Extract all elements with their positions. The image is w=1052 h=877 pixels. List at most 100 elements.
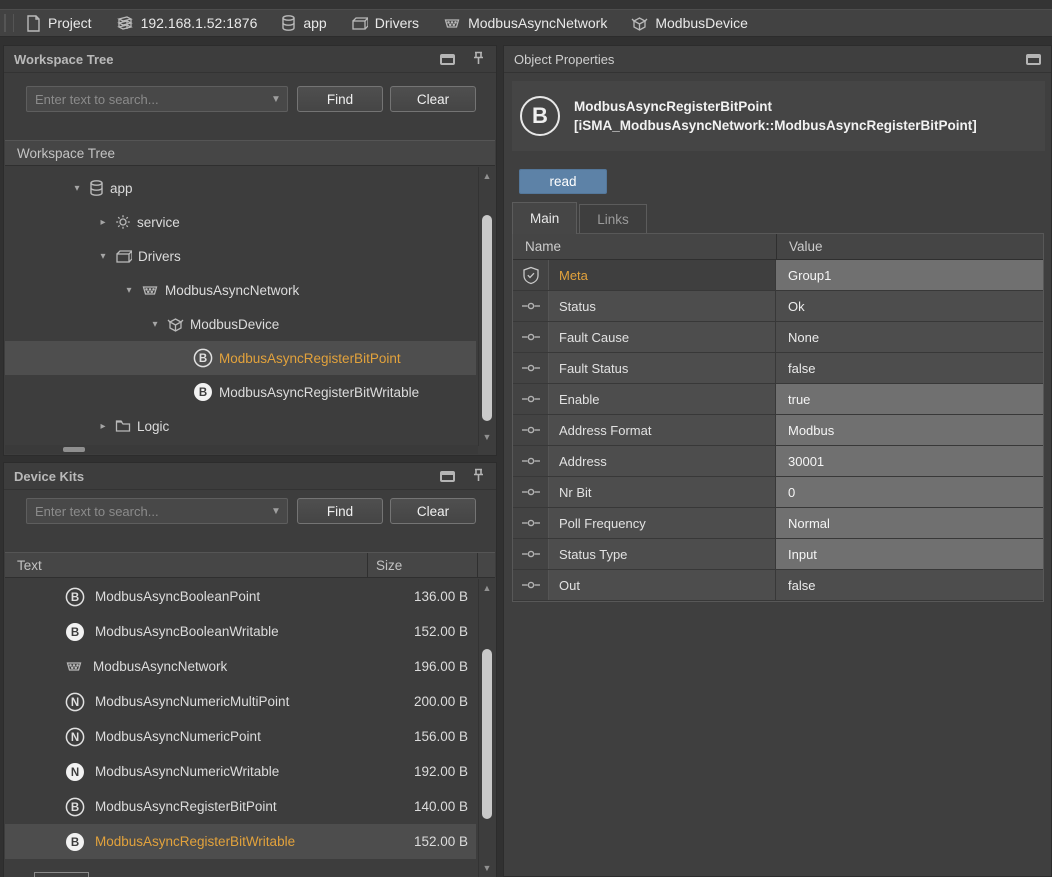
kits-find-button[interactable]: Find (297, 498, 383, 524)
maximize-icon[interactable] (440, 54, 455, 65)
kit-row-ModbusAsyncRegisterBitPoint[interactable]: BModbusAsyncRegisterBitPoint140.00 B (5, 789, 476, 824)
tab-main[interactable]: Main (512, 202, 577, 234)
tree-node-app[interactable]: ▾app (5, 171, 476, 205)
tree-node-ModbusDevice[interactable]: ▾ModbusDevice (5, 307, 476, 341)
chevron-down-icon[interactable]: ▼ (265, 94, 287, 105)
breadcrumb-item[interactable]: ModbusAsyncNetwork (443, 15, 607, 32)
device-kits-list: BModbusAsyncBooleanPoint136.00 BBModbusA… (4, 579, 496, 877)
slot-icon (513, 477, 549, 507)
collapse-arrow-icon[interactable]: ▾ (121, 285, 137, 296)
breadcrumb-item[interactable]: 192.168.1.52:1876 (116, 15, 258, 32)
workspace-search-input[interactable] (27, 92, 265, 107)
pin-icon[interactable] (473, 468, 484, 485)
tab-links[interactable]: Links (579, 204, 647, 233)
property-row-status[interactable]: StatusOk (513, 291, 1043, 322)
scroll-up-icon[interactable]: ▲ (479, 169, 495, 183)
scrollbar-thumb[interactable] (482, 649, 492, 819)
device-kits-column-header[interactable]: Text Size (5, 552, 495, 578)
maximize-icon[interactable] (440, 471, 455, 482)
object-properties-titlebar: Object Properties (504, 46, 1051, 73)
property-value[interactable]: Group1 (776, 260, 1043, 290)
property-row-enable[interactable]: Enabletrue (513, 384, 1043, 415)
workspace-search-combo[interactable]: ▼ (26, 86, 288, 112)
read-button[interactable]: read (519, 169, 607, 194)
toolbar-grip-handle[interactable] (4, 14, 14, 32)
kit-row-ModbusAsyncBooleanWritable[interactable]: BModbusAsyncBooleanWritable152.00 B (5, 614, 476, 649)
breadcrumb-item[interactable]: app (281, 15, 326, 32)
kit-size: 152.00 B (366, 834, 476, 849)
property-row-out[interactable]: Outfalse (513, 570, 1043, 601)
svg-text:B: B (71, 837, 79, 849)
scroll-up-icon[interactable]: ▲ (479, 581, 495, 595)
breadcrumb-item[interactable]: Project (26, 15, 92, 32)
collapse-arrow-icon[interactable]: ▾ (69, 183, 85, 194)
kit-row-ModbusAsyncNumericMultiPoint[interactable]: NModbusAsyncNumericMultiPoint200.00 B (5, 684, 476, 719)
property-row-fault-cause[interactable]: Fault CauseNone (513, 322, 1043, 353)
kits-search-combo[interactable]: ▼ (26, 498, 288, 524)
breadcrumb-item-label: app (303, 15, 326, 31)
property-name: Enable (549, 384, 776, 414)
property-row-nr-bit[interactable]: Nr Bit0 (513, 477, 1043, 508)
kits-clear-button[interactable]: Clear (390, 498, 476, 524)
property-table-header[interactable]: Name Value (513, 234, 1043, 260)
kit-row-ModbusAsyncBooleanPoint[interactable]: BModbusAsyncBooleanPoint136.00 B (5, 579, 476, 614)
property-value[interactable]: 30001 (776, 446, 1043, 476)
drawer-icon (115, 249, 132, 264)
slot-icon (513, 539, 549, 569)
property-value[interactable]: true (776, 384, 1043, 414)
tree-node-Logic[interactable]: ▸Logic (5, 409, 476, 443)
device-kits-scrollbar[interactable]: ▲ ▼ (478, 579, 495, 877)
tree-node-service[interactable]: ▸service (5, 205, 476, 239)
tree-node-Drivers[interactable]: ▾Drivers (5, 239, 476, 273)
expand-arrow-icon[interactable]: ▸ (95, 421, 111, 432)
kit-row-ModbusAsyncNetwork[interactable]: ModbusAsyncNetwork196.00 B (5, 649, 476, 684)
slot-icon (513, 353, 549, 383)
breadcrumb-item-label: ModbusAsyncNetwork (468, 15, 607, 31)
property-value[interactable]: 0 (776, 477, 1043, 507)
window-top-strip (0, 0, 1052, 9)
collapse-arrow-icon[interactable]: ▾ (95, 251, 111, 262)
breadcrumb-item[interactable]: ModbusDevice (631, 15, 748, 32)
property-value[interactable]: Modbus (776, 415, 1043, 445)
pin-icon[interactable] (473, 51, 484, 68)
workspace-tree-scrollbar[interactable]: ▲ ▼ (478, 167, 495, 446)
property-row-meta[interactable]: MetaGroup1 (513, 260, 1043, 291)
tree-node-ModbusAsyncRegisterBitPoint[interactable]: BModbusAsyncRegisterBitPoint (5, 341, 476, 375)
property-row-status-type[interactable]: Status TypeInput (513, 539, 1043, 570)
property-value[interactable]: Normal (776, 508, 1043, 538)
kit-row-ModbusAsyncNumericWritable[interactable]: NModbusAsyncNumericWritable192.00 B (5, 754, 476, 789)
kits-search-input[interactable] (27, 504, 265, 519)
chevron-down-icon[interactable]: ▼ (265, 506, 287, 517)
workspace-tree-hscrollbar[interactable] (5, 445, 478, 454)
workspace-tree-column-header[interactable]: Workspace Tree (5, 140, 495, 166)
property-row-address[interactable]: Address30001 (513, 446, 1043, 477)
scroll-down-icon[interactable]: ▼ (479, 861, 495, 875)
maximize-icon[interactable] (1026, 54, 1041, 65)
hscrollbar-thumb[interactable] (63, 447, 85, 452)
kit-row-ModbusAsyncNumericPoint[interactable]: NModbusAsyncNumericPoint156.00 B (5, 719, 476, 754)
device-kits-title: Device Kits (14, 469, 84, 484)
workspace-clear-button[interactable]: Clear (390, 86, 476, 112)
svg-text:B: B (199, 387, 207, 399)
object-name: ModbusAsyncRegisterBitPoint (574, 97, 977, 116)
collapse-arrow-icon[interactable]: ▾ (147, 319, 163, 330)
kit-name: ModbusAsyncRegisterBitPoint (95, 799, 366, 814)
scroll-down-icon[interactable]: ▼ (479, 430, 495, 444)
workspace-find-button[interactable]: Find (297, 86, 383, 112)
database-icon (89, 180, 104, 196)
property-row-fault-status[interactable]: Fault Statusfalse (513, 353, 1043, 384)
property-value[interactable]: Input (776, 539, 1043, 569)
tree-node-ModbusAsyncNetwork[interactable]: ▾ModbusAsyncNetwork (5, 273, 476, 307)
svg-text:N: N (71, 732, 79, 744)
object-properties-title: Object Properties (514, 52, 614, 67)
scrollbar-thumb[interactable] (482, 215, 492, 421)
kit-size: 196.00 B (366, 659, 476, 674)
property-row-poll-frequency[interactable]: Poll FrequencyNormal (513, 508, 1043, 539)
tree-node-ModbusAsyncRegisterBitWritable[interactable]: BModbusAsyncRegisterBitWritable (5, 375, 476, 409)
expand-arrow-icon[interactable]: ▸ (95, 217, 111, 228)
property-row-address-format[interactable]: Address FormatModbus (513, 415, 1043, 446)
kit-row-ModbusAsyncRegisterBitWritable[interactable]: BModbusAsyncRegisterBitWritable152.00 B (5, 824, 476, 859)
kit-size: 152.00 B (366, 624, 476, 639)
property-value: Ok (776, 291, 1043, 321)
breadcrumb-item[interactable]: Drivers (351, 15, 419, 32)
